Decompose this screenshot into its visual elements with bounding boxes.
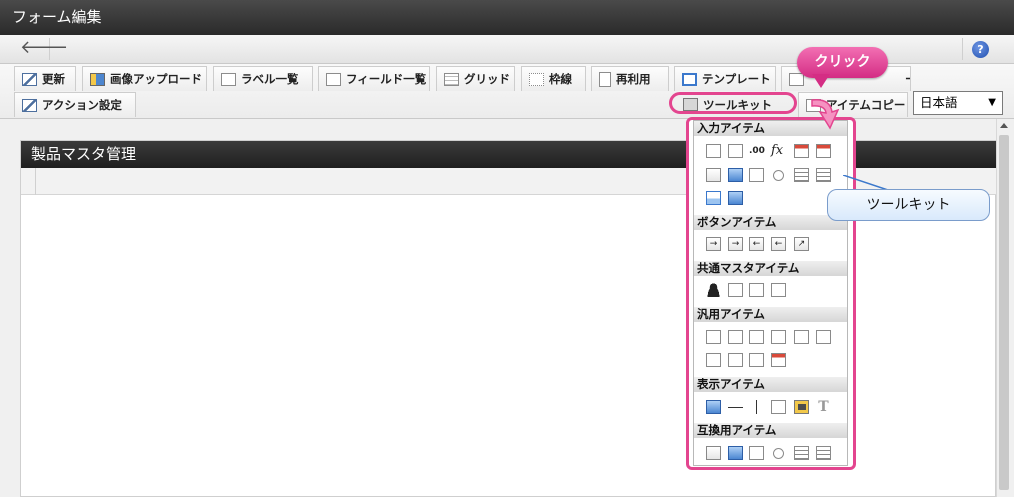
calendar-item-icon[interactable] bbox=[771, 353, 786, 367]
id-card-item-icon[interactable] bbox=[728, 353, 743, 367]
hidden-item-icon[interactable] bbox=[706, 330, 721, 344]
template-icon bbox=[682, 72, 697, 86]
checkbox-item-icon[interactable] bbox=[749, 168, 764, 182]
section-general-items: 汎用アイテム bbox=[694, 307, 847, 322]
user-search-item-icon[interactable] bbox=[706, 283, 721, 297]
scroll-up-icon[interactable] bbox=[1000, 123, 1008, 128]
window-title: フォーム編集 bbox=[0, 0, 1014, 35]
border-button[interactable]: 枠線 bbox=[521, 66, 586, 91]
compat-checkbox-item-icon[interactable] bbox=[749, 446, 764, 460]
update-button[interactable]: 更新 bbox=[14, 66, 76, 91]
back-button[interactable]: 🡐 bbox=[10, 38, 68, 60]
number-item-icon[interactable]: .00 bbox=[749, 144, 765, 158]
template-button[interactable]: テンプレート bbox=[674, 66, 776, 91]
upload-doc-item-icon[interactable] bbox=[794, 330, 809, 344]
organization-search-item-icon[interactable] bbox=[728, 283, 743, 297]
form-row-cell bbox=[21, 168, 36, 195]
label-list-button[interactable]: ラベル一覧 bbox=[213, 66, 313, 91]
language-select[interactable]: 日本語 ▼ bbox=[913, 91, 1003, 115]
toolkit-panel: 入力アイテム .00 fx ボタンアイテム → → ← ← ↗ 共通マスタアイテ… bbox=[686, 117, 856, 470]
date-item-icon[interactable] bbox=[794, 144, 809, 158]
compat-select-item-icon[interactable] bbox=[794, 446, 809, 460]
return-button-item-icon[interactable]: ← bbox=[771, 237, 786, 251]
section-compat-items: 互換用アイテム bbox=[694, 423, 847, 438]
grid-button[interactable]: グリッド bbox=[436, 66, 515, 91]
action-button-item-icon[interactable]: ↗ bbox=[794, 237, 809, 251]
role-search-item-icon[interactable] bbox=[749, 283, 764, 297]
image-upload-icon bbox=[90, 72, 105, 86]
next-button-item-icon[interactable]: → bbox=[728, 237, 743, 251]
help-icon[interactable]: ? bbox=[972, 41, 989, 58]
tree-item-icon[interactable] bbox=[749, 353, 764, 367]
click-annotation: クリック bbox=[797, 47, 888, 78]
scroll-thumb[interactable] bbox=[999, 135, 1009, 490]
public-group-item-icon[interactable] bbox=[771, 283, 786, 297]
formula-item-icon[interactable]: fx bbox=[771, 144, 786, 158]
select-item-icon[interactable] bbox=[794, 168, 809, 182]
textbox-item-icon[interactable] bbox=[728, 144, 743, 158]
compat-radio-item-icon[interactable] bbox=[773, 448, 784, 459]
download-doc-item-icon[interactable] bbox=[816, 330, 831, 344]
register-button-item-icon[interactable]: → bbox=[706, 237, 721, 251]
compat-listbox-item-icon[interactable] bbox=[816, 446, 831, 460]
image-upload-button[interactable]: 画像アップロード bbox=[82, 66, 207, 91]
datetime-item-icon[interactable] bbox=[816, 144, 831, 158]
click-annotation-tail bbox=[812, 74, 830, 88]
text-item-icon[interactable]: T bbox=[816, 400, 831, 414]
grid-icon bbox=[444, 72, 459, 86]
update-icon bbox=[22, 72, 37, 86]
border-icon bbox=[529, 72, 544, 86]
pink-pointer-arrow-icon bbox=[811, 99, 840, 130]
help-separator bbox=[962, 38, 963, 60]
compat-textarea-item-icon[interactable] bbox=[706, 446, 721, 460]
reuse-button[interactable]: 再利用 bbox=[591, 66, 669, 91]
image-item-icon[interactable] bbox=[794, 400, 809, 414]
frame-item-icon[interactable] bbox=[771, 400, 786, 414]
back-arrow-icon: 🡐 bbox=[20, 37, 69, 58]
grid-table-item-icon[interactable] bbox=[728, 191, 743, 205]
header-item-icon[interactable] bbox=[706, 400, 721, 414]
vertical-scrollbar[interactable] bbox=[996, 119, 1010, 497]
label-list-icon bbox=[221, 72, 236, 86]
compat-list-item-icon[interactable] bbox=[728, 446, 743, 460]
field-list-button[interactable]: フィールド一覧 bbox=[318, 66, 430, 91]
section-common-master-items: 共通マスタアイテム bbox=[694, 261, 847, 276]
toolkit-list: 入力アイテム .00 fx ボタンアイテム → → ← ← ↗ 共通マスタアイテ… bbox=[693, 120, 848, 466]
reuse-icon bbox=[599, 71, 611, 87]
camera-item-icon[interactable] bbox=[749, 330, 764, 344]
back-button-item-icon[interactable]: ← bbox=[749, 237, 764, 251]
list-item-icon[interactable] bbox=[728, 168, 743, 182]
chevron-down-icon: ▼ bbox=[988, 97, 996, 108]
section-button-items: ボタンアイテム bbox=[694, 215, 847, 230]
field-list-icon bbox=[326, 72, 341, 86]
radio-item-icon[interactable] bbox=[773, 170, 784, 181]
toolkit-highlight-ring bbox=[669, 92, 797, 114]
document-item-icon[interactable] bbox=[728, 330, 743, 344]
section-display-items: 表示アイテム bbox=[694, 377, 847, 392]
panel-item-icon[interactable] bbox=[706, 353, 721, 367]
action-setting-icon bbox=[22, 98, 37, 112]
key-item-icon[interactable] bbox=[771, 330, 786, 344]
listbox-item-icon[interactable] bbox=[816, 168, 831, 182]
textarea-item-icon[interactable] bbox=[706, 168, 721, 182]
horizontal-line-item-icon[interactable] bbox=[728, 407, 743, 408]
vertical-line-item-icon[interactable] bbox=[756, 400, 757, 414]
toolkit-callout: ツールキット bbox=[827, 189, 990, 221]
label-item-icon[interactable] bbox=[706, 144, 721, 158]
file-upload-item-icon[interactable] bbox=[706, 191, 721, 205]
action-setting-button[interactable]: アクション設定 bbox=[14, 92, 136, 117]
